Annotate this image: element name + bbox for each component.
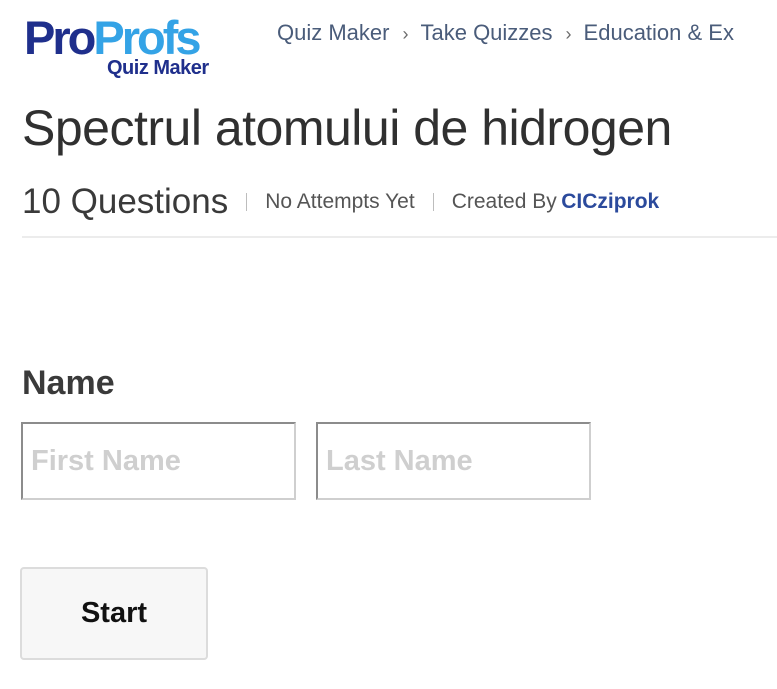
question-count: 10 Questions	[22, 182, 229, 221]
name-label: Name	[22, 364, 115, 402]
last-name-input[interactable]	[316, 422, 591, 500]
quiz-meta: 10 Questions No Attempts Yet Created By CI…	[22, 182, 659, 226]
author-link[interactable]: CICziprok	[561, 190, 659, 213]
breadcrumb-quiz-maker[interactable]: Quiz Maker	[277, 20, 389, 45]
page-title: Spectrul atomului de hidrogen	[22, 100, 672, 156]
header-divider	[22, 236, 777, 238]
chevron-right-icon: ›	[565, 24, 572, 44]
meta-divider	[432, 193, 434, 211]
breadcrumb: Quiz Maker › Take Quizzes › Education & Ex	[277, 19, 734, 48]
start-button[interactable]: Start	[20, 567, 208, 660]
attempts-text: No Attempts Yet	[265, 190, 415, 213]
breadcrumb-education[interactable]: Education & Ex	[584, 20, 734, 45]
meta-divider	[246, 193, 248, 211]
proprofs-logo[interactable]: ProProfs Quiz Maker	[24, 12, 234, 82]
breadcrumb-take-quizzes[interactable]: Take Quizzes	[420, 20, 552, 45]
chevron-right-icon: ›	[402, 24, 409, 44]
created-by-label: Created By	[451, 190, 557, 213]
logo-subtitle: Quiz Maker	[107, 57, 209, 79]
first-name-input[interactable]	[21, 422, 296, 500]
quiz-start-page: ProProfs Quiz Maker Quiz Maker › Take Quiz…	[0, 0, 777, 689]
logo-pro-text: Pro	[24, 11, 96, 64]
